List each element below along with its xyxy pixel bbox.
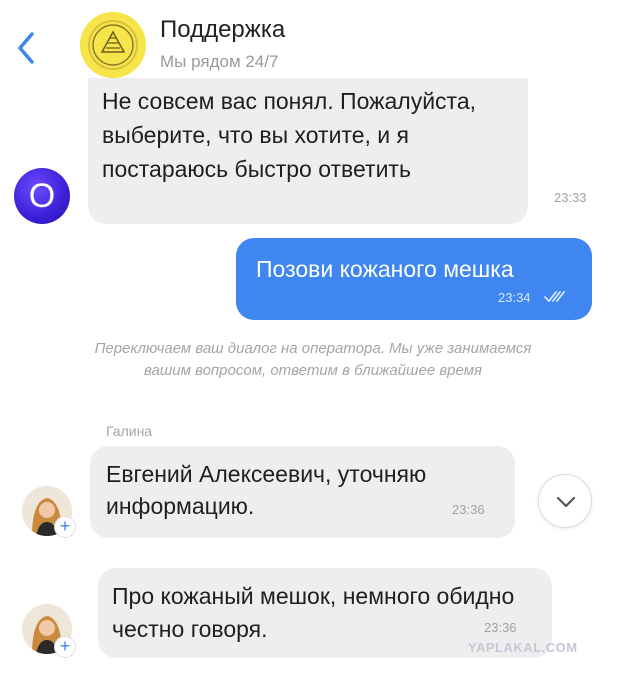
chat-header: Поддержка Мы рядом 24/7 bbox=[0, 0, 632, 86]
add-icon[interactable]: + bbox=[54, 516, 76, 538]
message-text: Про кожаный мешок, немного обидно честно… bbox=[112, 583, 515, 642]
chat-title: Поддержка bbox=[160, 16, 286, 43]
system-note: Переключаем ваш диалог на оператора. Мы … bbox=[94, 340, 532, 379]
user-message-bubble: Позови кожаного мешка 23:34 bbox=[236, 238, 592, 320]
operator-message-bubble: Евгений Алексеевич, уточняю информацию. … bbox=[90, 446, 515, 538]
message-text: Не совсем вас понял. Пожалуйста, выберит… bbox=[102, 88, 477, 182]
add-icon[interactable]: + bbox=[54, 636, 76, 658]
chevron-down-icon bbox=[556, 496, 576, 508]
bank-logo-icon[interactable] bbox=[80, 12, 146, 78]
double-check-icon bbox=[544, 290, 568, 304]
chevron-left-icon[interactable] bbox=[12, 30, 40, 66]
message-time: 23:36 bbox=[484, 620, 517, 635]
message-text: Позови кожаного мешка bbox=[256, 256, 514, 282]
sender-name: Галина bbox=[106, 423, 153, 439]
scroll-down-button[interactable] bbox=[538, 474, 592, 528]
watermark: YAPLAKAL.COM bbox=[468, 640, 578, 655]
bot-avatar: О bbox=[14, 168, 70, 224]
message-time: 23:33 bbox=[554, 190, 587, 205]
chat-subtitle: Мы рядом 24/7 bbox=[160, 52, 279, 71]
bot-message-bubble: Не совсем вас понял. Пожалуйста, выберит… bbox=[88, 78, 587, 224]
bot-avatar-letter: О bbox=[28, 177, 56, 215]
message-time: 23:36 bbox=[452, 502, 485, 517]
message-time: 23:34 bbox=[498, 290, 531, 305]
